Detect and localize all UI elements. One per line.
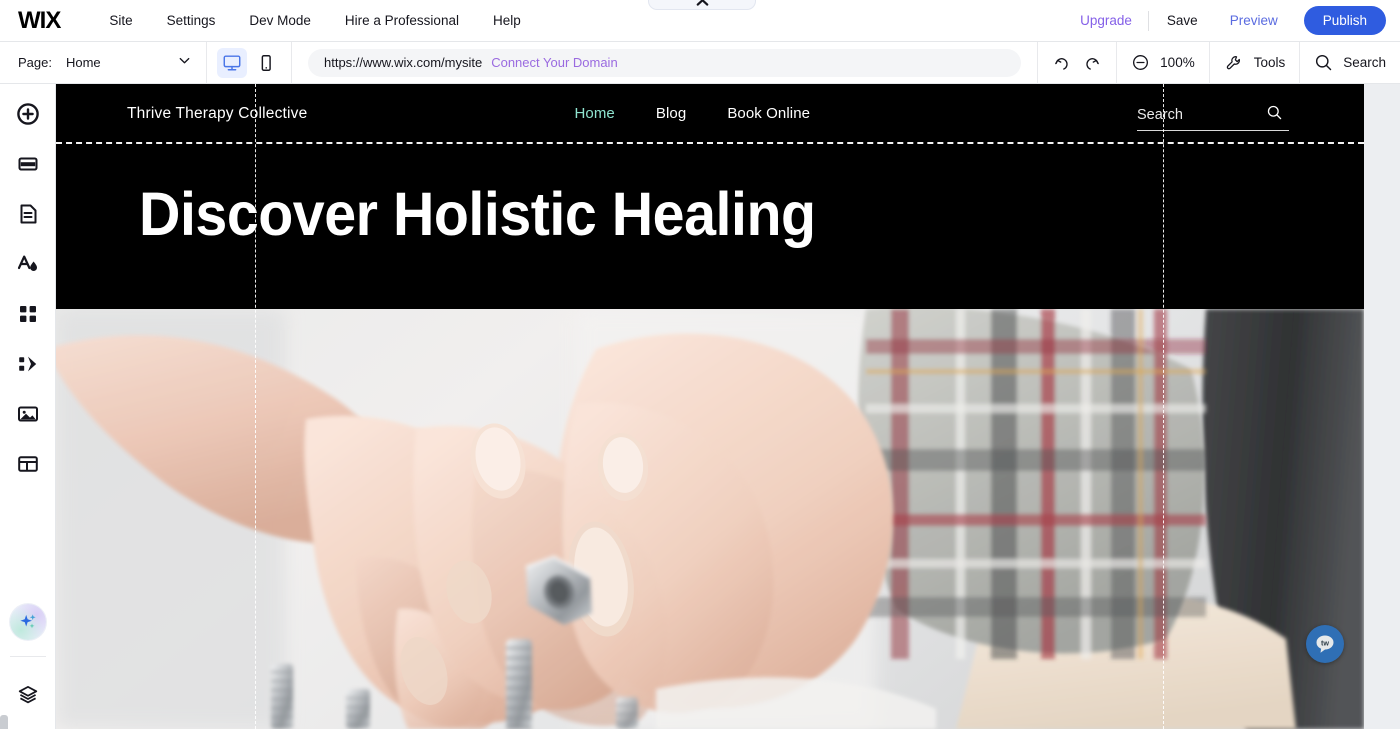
svg-text:tw: tw xyxy=(1321,639,1329,648)
history-controls xyxy=(1038,42,1116,84)
undo-button[interactable] xyxy=(1052,53,1072,73)
editor-secondary-toolbar: Page: Home https://www.wix.com/mysite Co… xyxy=(0,41,1400,84)
chat-widget[interactable]: tw xyxy=(1306,625,1344,663)
canvas-right-gutter xyxy=(1364,84,1400,729)
theme-paint-icon xyxy=(17,255,37,271)
device-switcher xyxy=(207,42,291,84)
hands-photo xyxy=(56,309,1364,729)
sidebar-resize-handle[interactable] xyxy=(0,715,8,729)
wix-editor-window: WIX Site Settings Dev Mode Hire a Profes… xyxy=(0,0,1400,729)
speech-bubble-icon: tw xyxy=(1316,635,1334,653)
menu-settings[interactable]: Settings xyxy=(150,0,233,42)
hero-heading[interactable]: Discover Holistic Healing xyxy=(139,184,816,245)
site-header[interactable]: Thrive Therapy Collective Home Blog Book… xyxy=(56,84,1364,143)
ai-sparkle-icon xyxy=(19,614,36,629)
sidebar-item-site-design[interactable] xyxy=(5,244,51,284)
wrench-icon xyxy=(1224,53,1244,73)
sidebar-item-pages-menu[interactable] xyxy=(5,194,51,234)
site-navigation: Home Blog Book Online xyxy=(574,105,810,122)
sidebar-item-layers[interactable] xyxy=(5,675,51,715)
tools-button[interactable]: Tools xyxy=(1210,42,1300,84)
sidebar-item-apps[interactable] xyxy=(5,294,51,334)
page-selector[interactable]: Page: Home xyxy=(0,42,206,84)
page-selector-value: Home xyxy=(65,55,101,70)
zoom-control[interactable]: 100% xyxy=(1117,42,1209,84)
site-search-placeholder: Search xyxy=(1137,106,1183,123)
interactions-icon xyxy=(18,356,36,372)
redo-button[interactable] xyxy=(1082,53,1102,73)
site-url-bar: https://www.wix.com/mysite Connect Your … xyxy=(292,42,1037,84)
hero-image[interactable] xyxy=(56,309,1364,729)
menu-site[interactable]: Site xyxy=(92,0,149,42)
editor-main-menu: Site Settings Dev Mode Hire a Profession… xyxy=(92,0,537,42)
site-url-pill[interactable]: https://www.wix.com/mysite Connect Your … xyxy=(308,48,1022,77)
sidebar-item-add-section[interactable] xyxy=(5,144,51,184)
zoom-level-label[interactable]: 100% xyxy=(1160,55,1195,70)
undo-icon xyxy=(1055,57,1068,70)
editor-top-actions: Upgrade Save Preview Publish xyxy=(1066,6,1400,35)
page-selector-label: Page: xyxy=(18,55,52,70)
layers-icon xyxy=(18,686,37,704)
sidebar-item-ai-assistant[interactable] xyxy=(9,604,46,640)
divider xyxy=(9,656,46,657)
editor-left-sidebar xyxy=(0,84,56,729)
menu-help[interactable]: Help xyxy=(476,0,538,42)
editor-search-button[interactable]: Search xyxy=(1300,42,1400,84)
plus-circle-icon xyxy=(16,103,39,125)
image-icon xyxy=(17,406,38,422)
sidebar-item-add-elements[interactable] xyxy=(5,94,51,134)
site-search-input[interactable]: Search xyxy=(1137,99,1289,131)
divider xyxy=(1147,10,1149,31)
connect-domain-link[interactable]: Connect Your Domain xyxy=(491,55,617,70)
chevron-up-icon xyxy=(696,0,708,6)
database-table-icon xyxy=(17,456,38,472)
zoom-out-icon[interactable] xyxy=(1131,53,1150,72)
desktop-view-button[interactable] xyxy=(217,47,247,78)
site-nav-home[interactable]: Home xyxy=(574,105,614,122)
sidebar-item-my-uploads[interactable] xyxy=(5,394,51,434)
mobile-view-button[interactable] xyxy=(251,48,281,78)
upgrade-button[interactable]: Upgrade xyxy=(1066,13,1146,28)
pages-icon xyxy=(20,204,36,224)
site-preview-stage: Thrive Therapy Collective Home Blog Book… xyxy=(56,84,1364,729)
wix-logo[interactable]: WIX xyxy=(18,8,64,33)
magnifier-icon[interactable] xyxy=(1266,104,1283,126)
monitor-icon xyxy=(223,54,241,70)
publish-button[interactable]: Publish xyxy=(1303,6,1386,35)
sidebar-item-media[interactable] xyxy=(5,344,51,384)
editor-search-label: Search xyxy=(1343,55,1386,70)
site-nav-book-online[interactable]: Book Online xyxy=(727,105,810,122)
menu-hire-professional[interactable]: Hire a Professional xyxy=(328,0,476,42)
phone-icon xyxy=(261,54,271,71)
collapse-toolbar-tab[interactable] xyxy=(648,0,756,10)
save-button[interactable]: Save xyxy=(1151,13,1214,28)
menu-dev-mode[interactable]: Dev Mode xyxy=(232,0,328,42)
sidebar-item-content-manager[interactable] xyxy=(5,444,51,484)
apps-grid-icon xyxy=(19,306,36,322)
search-icon xyxy=(1314,53,1333,72)
site-url-text: https://www.wix.com/mysite xyxy=(324,55,483,70)
chevron-down-icon xyxy=(177,53,192,73)
site-brand-name[interactable]: Thrive Therapy Collective xyxy=(127,105,307,123)
section-icon xyxy=(18,157,37,171)
hero-section[interactable]: Discover Holistic Healing xyxy=(56,143,1364,309)
site-nav-blog[interactable]: Blog xyxy=(656,105,686,122)
tools-label: Tools xyxy=(1253,55,1286,70)
preview-button[interactable]: Preview xyxy=(1214,13,1294,28)
redo-icon xyxy=(1086,57,1100,70)
